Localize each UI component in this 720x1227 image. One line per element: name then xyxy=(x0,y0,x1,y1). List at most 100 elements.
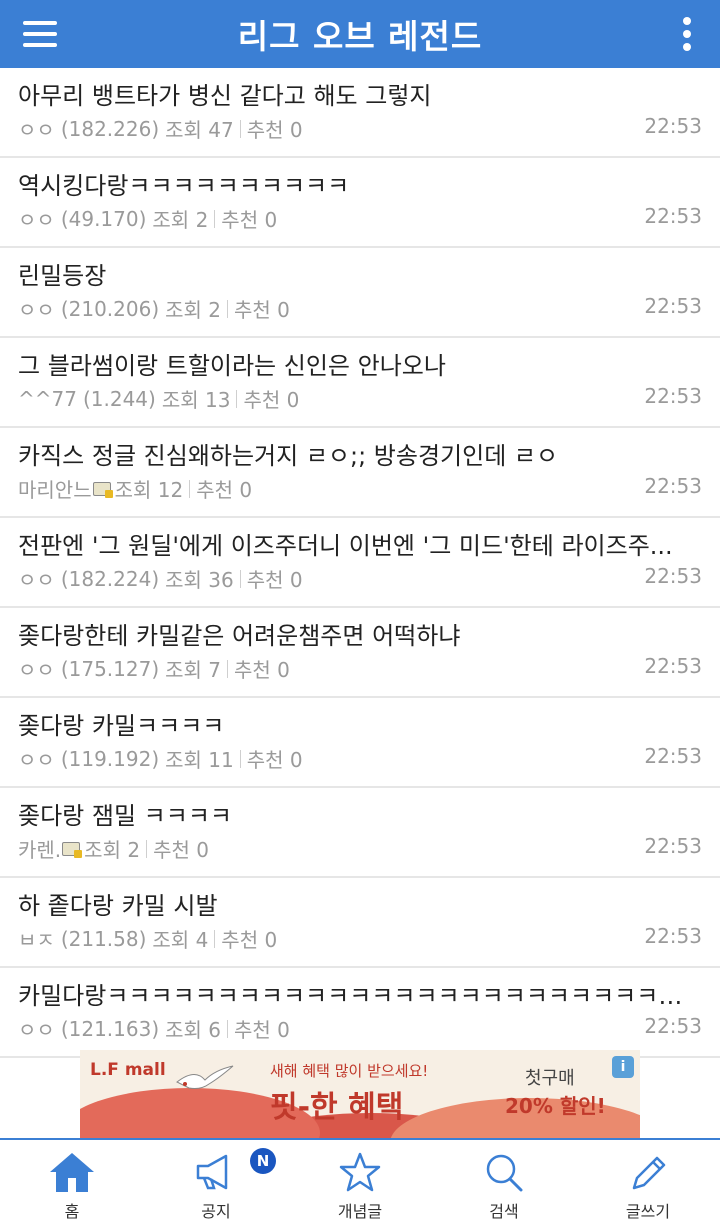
gallog-icon xyxy=(62,841,83,858)
post-row[interactable]: 좆다랑 카밀ㅋㅋㅋㅋ ㅇㅇ (119.192) 조회 11 추천 0 22:53 xyxy=(0,698,720,788)
megaphone-icon xyxy=(196,1154,228,1190)
post-recommend: 추천 0 xyxy=(246,118,303,142)
post-title[interactable]: 카직스 정글 진심왜하는거지 ㄹㅇ;; 방송경기인데 ㄹㅇ xyxy=(18,436,688,471)
post-views: 조회 2 xyxy=(152,208,209,232)
post-ip: (49.170) xyxy=(60,206,147,231)
post-recommend: 추천 0 xyxy=(243,388,300,412)
post-title[interactable]: 하 좉다랑 카밀 시발 xyxy=(18,886,688,921)
post-row[interactable]: 좆다랑 잼밀 ㅋㅋㅋㅋ 카렌. 조회 2 추천 0 22:53 xyxy=(0,788,720,878)
post-views: 조회 2 xyxy=(84,838,141,862)
post-recommend: 추천 0 xyxy=(221,208,278,232)
post-views: 조회 2 xyxy=(165,298,222,322)
post-meta: ㅇㅇ (121.163) 조회 6 추천 0 xyxy=(18,1014,290,1043)
nav-write-label: 글쓰기 xyxy=(625,1202,671,1221)
post-time: 22:53 xyxy=(644,294,702,318)
crane-icon xyxy=(176,1065,234,1089)
post-recommend: 추천 0 xyxy=(246,748,303,772)
ad-logo: L.F mall xyxy=(90,1060,166,1080)
post-title[interactable]: 역시킹다랑ㅋㅋㅋㅋㅋㅋㅋㅋㅋㅋ xyxy=(18,166,688,201)
divider xyxy=(236,389,238,408)
post-row[interactable]: 좆다랑한테 카밀같은 어려운챔주면 어떡하냐 ㅇㅇ (175.127) 조회 7 추천 … xyxy=(0,608,720,698)
post-title[interactable]: 카밀다랑ㅋㅋㅋㅋㅋㅋㅋㅋㅋㅋㅋㅋㅋㅋㅋㅋㅋㅋㅋㅋㅋㅋㅋㅋㅋㅋ... xyxy=(18,976,688,1011)
ad-headline: 새해 혜택 많이 받으세요! xyxy=(270,1062,429,1080)
nav-notice[interactable]: N 공지 xyxy=(144,1140,288,1227)
post-row[interactable]: 전판엔 '그 원딜'에게 이즈주더니 이번엔 '그 미드'한테 라이즈주... ㅇ… xyxy=(0,518,720,608)
nav-best-posts-label: 개념글 xyxy=(337,1202,383,1221)
post-recommend: 추천 0 xyxy=(221,928,278,952)
pencil-icon xyxy=(632,1156,666,1190)
nav-search[interactable]: 검색 xyxy=(432,1140,576,1227)
post-meta: 마리안느 조회 12 추천 0 xyxy=(18,474,252,503)
post-author: ㅇㅇ xyxy=(18,1018,55,1042)
post-ip: (211.58) xyxy=(60,926,147,951)
post-recommend: 추천 0 xyxy=(246,568,303,592)
nav-write[interactable]: 글쓰기 xyxy=(576,1140,720,1227)
nav-best-posts[interactable]: 개념글 xyxy=(288,1140,432,1227)
post-recommend: 추천 0 xyxy=(234,1018,290,1042)
divider xyxy=(214,929,216,948)
post-time: 22:53 xyxy=(644,924,702,948)
nav-home-label: 홈 xyxy=(64,1202,80,1221)
search-icon xyxy=(486,1154,523,1192)
post-title[interactable]: 좆다랑 카밀ㅋㅋㅋㅋ xyxy=(18,706,688,741)
post-row[interactable]: 그 블라썸이랑 트할이라는 신인은 안나오나 ^^77 (1.244) 조회 13 추천… xyxy=(0,338,720,428)
nav-home[interactable]: 홈 xyxy=(0,1140,144,1227)
post-views: 조회 13 xyxy=(161,388,231,412)
gallog-icon xyxy=(92,481,113,498)
post-ip: (1.244) xyxy=(82,386,156,411)
post-ip: (119.192) xyxy=(60,746,160,771)
post-meta: ㅇㅇ (182.224) 조회 36 추천 0 xyxy=(18,564,303,593)
post-views: 조회 36 xyxy=(165,568,234,592)
more-options-button[interactable] xyxy=(672,10,702,58)
post-title[interactable]: 전판엔 '그 원딜'에게 이즈주더니 이번엔 '그 미드'한테 라이즈주... xyxy=(18,526,688,561)
divider xyxy=(239,569,241,588)
post-title[interactable]: 좆다랑한테 카밀같은 어려운챔주면 어떡하냐 xyxy=(18,616,688,651)
post-recommend: 추천 0 xyxy=(234,658,290,682)
post-title[interactable]: 린밀등장 xyxy=(18,256,688,291)
divider xyxy=(227,659,229,678)
notice-badge: N xyxy=(250,1148,276,1174)
menu-button[interactable] xyxy=(14,10,66,58)
post-row[interactable]: 카밀다랑ㅋㅋㅋㅋㅋㅋㅋㅋㅋㅋㅋㅋㅋㅋㅋㅋㅋㅋㅋㅋㅋㅋㅋㅋㅋㅋ... ㅇㅇ (121.… xyxy=(0,968,720,1058)
post-ip: (182.224) xyxy=(60,566,160,591)
post-author: ㅇㅇ xyxy=(18,118,55,142)
home-icon xyxy=(50,1153,94,1192)
ad-banner[interactable]: L.F mall 새해 혜택 많이 받으세요! 핏-한 혜택 첫구매 20% 할… xyxy=(80,1050,640,1138)
post-time: 22:53 xyxy=(644,654,702,678)
post-meta: ㅇㅇ (49.170) 조회 2 추천 0 xyxy=(18,204,277,233)
post-meta: ^^77 (1.244) 조회 13 추천 0 xyxy=(18,384,299,413)
post-time: 22:53 xyxy=(644,564,702,588)
ad-info-icon[interactable]: i xyxy=(612,1056,634,1078)
ad-main-copy: 핏-한 혜택 xyxy=(270,1090,404,1125)
post-row[interactable]: 카직스 정글 진심왜하는거지 ㄹㅇ;; 방송경기인데 ㄹㅇ 마리안느 조회 12 추천… xyxy=(0,428,720,518)
top-app-bar: 리그 오브 레전드 xyxy=(0,0,720,68)
post-meta: 카렌. 조회 2 추천 0 xyxy=(18,834,209,863)
post-meta: ㅇㅇ (175.127) 조회 7 추천 0 xyxy=(18,654,290,683)
post-row[interactable]: 아무리 뱅트타가 병신 같다고 해도 그렇지 ㅇㅇ (182.226) 조회 47 추천… xyxy=(0,68,720,158)
divider xyxy=(189,479,191,498)
divider xyxy=(227,1019,229,1038)
post-row[interactable]: 하 좉다랑 카밀 시발 ㅂㅈ (211.58) 조회 4 추천 0 22:53 xyxy=(0,878,720,968)
post-meta: ㅇㅇ (119.192) 조회 11 추천 0 xyxy=(18,744,303,773)
post-author: ㅇㅇ xyxy=(18,298,55,322)
post-author: ㅇㅇ xyxy=(18,208,55,232)
post-views: 조회 7 xyxy=(165,658,222,682)
post-views: 조회 4 xyxy=(152,928,209,952)
post-row[interactable]: 역시킹다랑ㅋㅋㅋㅋㅋㅋㅋㅋㅋㅋㅇㅇ (49.170) 조회 2 추천 0 22:53 xyxy=(0,158,720,248)
post-time: 22:53 xyxy=(644,474,702,498)
post-author: ㅇㅇ xyxy=(18,568,55,592)
divider xyxy=(239,119,241,138)
divider xyxy=(214,209,216,228)
page-title: 리그 오브 레전드 xyxy=(237,17,483,56)
post-title[interactable]: 좆다랑 잼밀 ㅋㅋㅋㅋ xyxy=(18,796,688,831)
post-recommend: 추천 0 xyxy=(234,298,290,322)
post-title[interactable]: 그 블라썸이랑 트할이라는 신인은 안나오나 xyxy=(18,346,688,381)
post-ip: (121.163) xyxy=(60,1016,160,1041)
post-ip: (182.226) xyxy=(60,116,160,141)
post-title[interactable]: 아무리 뱅트타가 병신 같다고 해도 그렇지 xyxy=(18,76,688,111)
post-row[interactable]: 린밀등장 ㅇㅇ (210.206) 조회 2 추천 0 22:53 xyxy=(0,248,720,338)
post-author: ^^77 xyxy=(18,386,77,411)
post-time: 22:53 xyxy=(644,114,702,138)
post-author: ㅇㅇ xyxy=(18,658,55,682)
post-time: 22:53 xyxy=(644,204,702,228)
